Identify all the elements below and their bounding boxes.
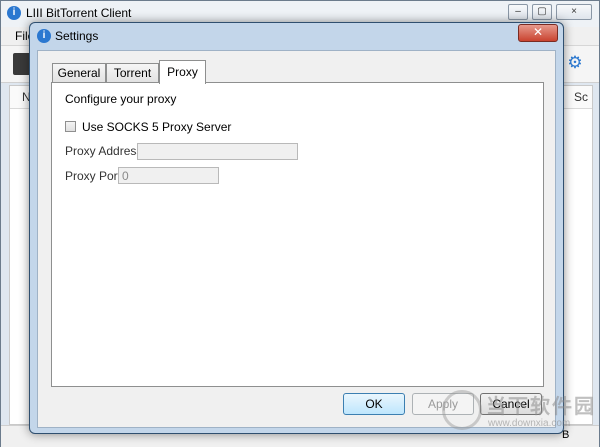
settings-dialog: i Settings ✕ General Torrent Proxy Confi… bbox=[29, 22, 564, 434]
ok-button[interactable]: OK bbox=[343, 393, 405, 415]
gear-icon[interactable]: ⚙ bbox=[566, 54, 584, 72]
info-icon: i bbox=[7, 6, 21, 20]
apply-button[interactable]: Apply bbox=[412, 393, 474, 415]
minimize-button[interactable]: – bbox=[508, 4, 528, 20]
panel-heading: Configure your proxy bbox=[65, 92, 177, 106]
dialog-title: Settings bbox=[55, 29, 99, 43]
socks5-checkbox-label[interactable]: Use SOCKS 5 Proxy Server bbox=[82, 120, 231, 134]
main-window-title: LIII BitTorrent Client bbox=[26, 6, 132, 20]
socks5-checkbox[interactable] bbox=[65, 121, 76, 132]
maximize-button[interactable]: ▢ bbox=[532, 4, 552, 20]
info-icon: i bbox=[37, 29, 51, 43]
cancel-button[interactable]: Cancel bbox=[480, 393, 542, 415]
tab-proxy[interactable]: Proxy bbox=[159, 60, 206, 84]
proxy-port-input[interactable] bbox=[118, 167, 219, 184]
tab-general[interactable]: General bbox=[52, 63, 106, 82]
column-header-right[interactable]: Sc bbox=[574, 90, 588, 104]
dialog-titlebar: i Settings ✕ bbox=[30, 23, 563, 49]
dialog-client-area: General Torrent Proxy Configure your pro… bbox=[37, 50, 556, 428]
proxy-address-input[interactable] bbox=[137, 143, 298, 160]
tab-torrent[interactable]: Torrent bbox=[106, 63, 159, 82]
dialog-close-button[interactable]: ✕ bbox=[518, 24, 558, 42]
proxy-address-label: Proxy Address: bbox=[65, 144, 146, 158]
proxy-tab-panel: Configure your proxy Use SOCKS 5 Proxy S… bbox=[51, 82, 544, 387]
proxy-port-label: Proxy Port: bbox=[65, 169, 125, 183]
main-close-button[interactable]: × bbox=[556, 4, 592, 20]
